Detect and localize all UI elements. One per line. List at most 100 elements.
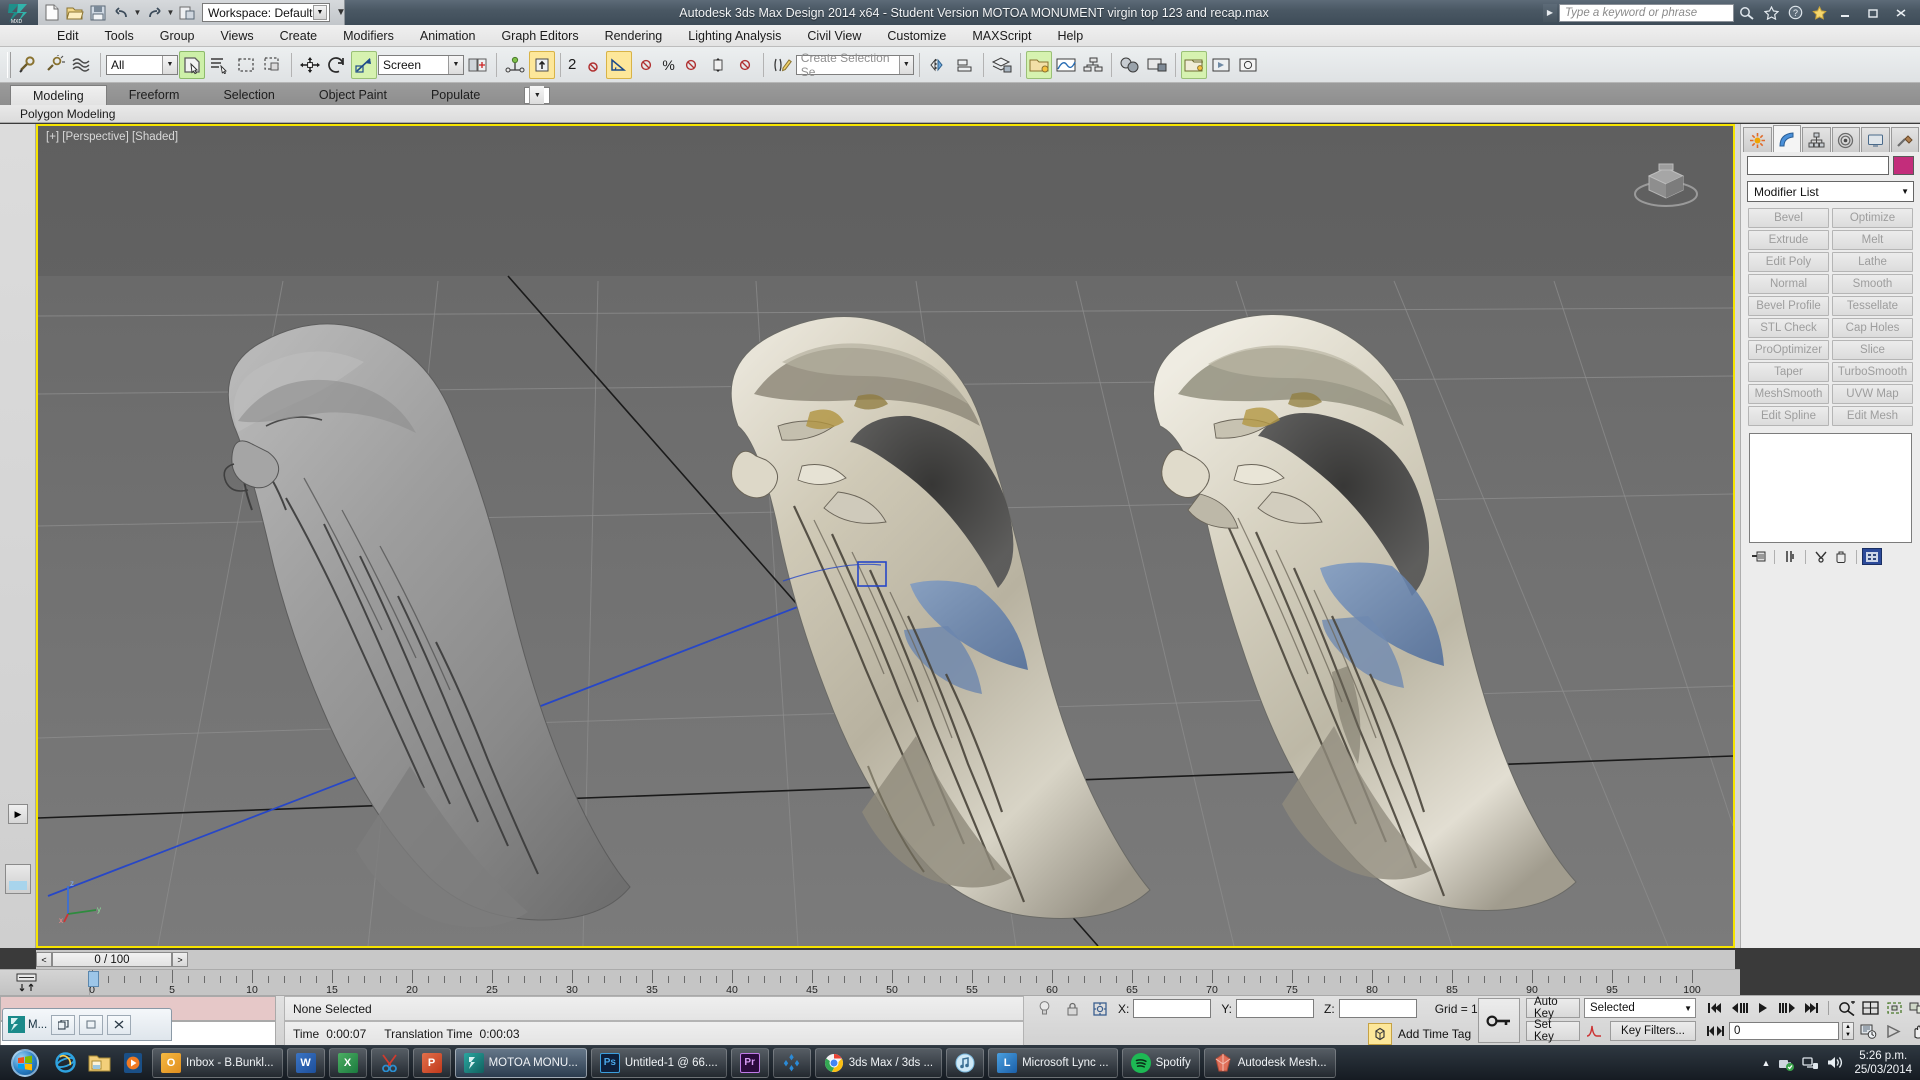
object-name-field[interactable] (1747, 156, 1889, 175)
motion-tab-icon[interactable] (1831, 127, 1860, 152)
menu-tools[interactable]: Tools (92, 25, 147, 47)
infocenter-icon[interactable] (1736, 3, 1758, 23)
taskbar-item-3dsmax[interactable]: MOTOA MONU... (454, 1047, 587, 1078)
reference-coordinate-system-combo[interactable]: Screen ▼ (378, 54, 464, 75)
modifier-stack-list[interactable] (1749, 433, 1912, 543)
workspace-selector[interactable]: Workspace: Default ▼ (202, 3, 330, 22)
curve-editor-icon[interactable] (1053, 51, 1079, 79)
modifier-prooptimizer-button[interactable]: ProOptimizer (1748, 340, 1829, 360)
network-icon[interactable] (1802, 1055, 1819, 1071)
modify-tab-icon[interactable] (1772, 125, 1801, 152)
modifier-uvw-map-button[interactable]: UVW Map (1832, 384, 1913, 404)
time-slider-frame-field[interactable]: 0 / 100 (52, 952, 172, 967)
help-icon[interactable]: ? (1784, 3, 1806, 23)
key-filters-button[interactable]: Key Filters... (1610, 1021, 1696, 1041)
lock-selection-icon[interactable] (1060, 998, 1084, 1020)
time-configuration-icon[interactable] (1857, 1021, 1879, 1041)
modifier-melt-button[interactable]: Melt (1832, 230, 1913, 250)
modifier-optimize-button[interactable]: Optimize (1832, 208, 1913, 228)
taskbar-item-premiere[interactable]: Pr (730, 1047, 769, 1078)
tab-selection[interactable]: Selection (201, 85, 296, 105)
menu-rendering[interactable]: Rendering (592, 25, 676, 47)
taskbar-item-word[interactable]: W (286, 1047, 325, 1078)
modifier-list-chevron-down-icon[interactable]: ▼ (1901, 187, 1909, 196)
edit-named-selection-sets-icon[interactable] (769, 51, 795, 79)
viewport-label[interactable]: [+] [Perspective] [Shaded] (46, 131, 178, 143)
time-slider-prev-arrow[interactable]: < (36, 952, 52, 967)
window-restore-button[interactable] (1860, 4, 1886, 22)
window-minimize-button[interactable] (1832, 4, 1858, 22)
start-orb-icon[interactable] (11, 1048, 39, 1077)
go-to-start-icon[interactable] (1704, 998, 1726, 1018)
menu-lighting-analysis[interactable]: Lighting Analysis (675, 25, 794, 47)
auto-key-button[interactable]: Auto Key (1526, 996, 1580, 1020)
menu-animation[interactable]: Animation (407, 25, 489, 47)
taskbar-item-photoshop[interactable]: Ps Untitled-1 @ 66.... (590, 1047, 727, 1078)
key-mode-chevron-down-icon[interactable]: ▼ (1684, 1004, 1692, 1013)
perspective-viewport[interactable]: [+] [Perspective] [Shaded] z y x (36, 124, 1735, 948)
viewport-rail-expand-icon[interactable]: ▶ (8, 804, 28, 824)
schematic-view-icon[interactable] (1080, 51, 1106, 79)
select-and-scale-icon[interactable] (351, 50, 377, 79)
quicklaunch-media-player-icon[interactable] (116, 1046, 150, 1079)
start-button[interactable] (2, 1046, 48, 1079)
modifier-list-dropdown[interactable]: Modifier List ▼ (1747, 181, 1914, 202)
window-close-button[interactable] (1888, 4, 1914, 22)
safely-remove-hardware-icon[interactable] (1777, 1055, 1795, 1071)
unlink-selection-icon[interactable] (42, 51, 68, 79)
qat-customize-chevron-icon[interactable]: ▼ (331, 7, 346, 18)
viewport-3d-scene[interactable] (38, 126, 1733, 946)
minimized-window-maximize-icon[interactable] (79, 1014, 104, 1035)
time-slider[interactable]: < 0 / 100 > (36, 950, 1735, 969)
y-coordinate-field[interactable] (1236, 999, 1315, 1018)
minimized-window-close-icon[interactable] (107, 1014, 132, 1035)
render-setup-icon[interactable] (1144, 51, 1170, 79)
search-input[interactable]: Type a keyword or phrase (1559, 3, 1734, 22)
make-unique-icon[interactable] (1811, 548, 1831, 565)
tab-populate[interactable]: Populate (409, 85, 502, 105)
set-key-button[interactable]: Set Key (1526, 1019, 1580, 1043)
spinner-snap-disabled-icon[interactable] (732, 51, 758, 79)
key-mode-toggle-icon[interactable] (1704, 1021, 1726, 1041)
play-animation-icon[interactable] (1752, 998, 1774, 1018)
new-file-icon[interactable] (41, 2, 63, 23)
modifier-edit-mesh-button[interactable]: Edit Mesh (1832, 406, 1913, 426)
undo-dropdown-icon[interactable]: ▼ (133, 8, 142, 17)
modifier-smooth-button[interactable]: Smooth (1832, 274, 1913, 294)
menu-edit[interactable]: Edit (44, 25, 92, 47)
modifier-bevel-button[interactable]: Bevel (1748, 208, 1829, 228)
quicklaunch-internet-explorer-icon[interactable] (48, 1046, 82, 1079)
object-color-swatch[interactable] (1893, 156, 1914, 175)
modifier-meshsmooth-button[interactable]: MeshSmooth (1748, 384, 1829, 404)
hierarchy-tab-icon[interactable] (1802, 127, 1831, 152)
render-production-icon[interactable] (1208, 51, 1234, 79)
auto-key-selection-set-icon[interactable] (1368, 1022, 1392, 1045)
menu-modifiers[interactable]: Modifiers (330, 25, 407, 47)
set-project-folder-icon[interactable] (176, 2, 198, 23)
taskbar-item-lync[interactable]: L Microsoft Lync ... (988, 1047, 1118, 1078)
tab-modeling[interactable]: Modeling (10, 85, 107, 105)
taskbar-item-snipping-tool[interactable] (370, 1047, 409, 1078)
x-coordinate-field[interactable] (1133, 999, 1212, 1018)
ribbon-options-chevron-down-icon[interactable]: ▼ (529, 86, 545, 104)
toolbar-grip[interactable] (7, 51, 11, 78)
taskbar-item-itunes[interactable] (946, 1047, 985, 1078)
angle-snap-disabled-icon[interactable] (633, 51, 659, 79)
select-and-link-icon[interactable] (15, 51, 41, 79)
zoom-icon[interactable] (1835, 998, 1857, 1018)
open-mini-curve-editor-icon[interactable] (12, 972, 42, 994)
add-time-tag-label[interactable]: Add Time Tag (1398, 1027, 1471, 1041)
pin-stack-icon[interactable] (1749, 548, 1769, 565)
taskbar-item-outlook[interactable]: O Inbox - B.Bunkl... (152, 1047, 283, 1078)
modifier-extrude-button[interactable]: Extrude (1748, 230, 1829, 250)
modifier-stl-check-button[interactable]: STL Check (1748, 318, 1829, 338)
taskbar-item-recap[interactable] (772, 1047, 811, 1078)
current-frame-field[interactable]: 0 (1729, 1022, 1839, 1040)
taskbar-item-powerpoint[interactable]: P (412, 1047, 451, 1078)
render-iterative-icon[interactable] (1235, 51, 1261, 79)
taskbar-item-meshmixer[interactable]: Autodesk Mesh... (1203, 1047, 1336, 1078)
modifier-taper-button[interactable]: Taper (1748, 362, 1829, 382)
show-end-result-icon[interactable] (1780, 548, 1800, 565)
ribbon-panel-polygon-modeling[interactable]: Polygon Modeling (14, 107, 121, 121)
previous-frame-icon[interactable] (1728, 998, 1750, 1018)
